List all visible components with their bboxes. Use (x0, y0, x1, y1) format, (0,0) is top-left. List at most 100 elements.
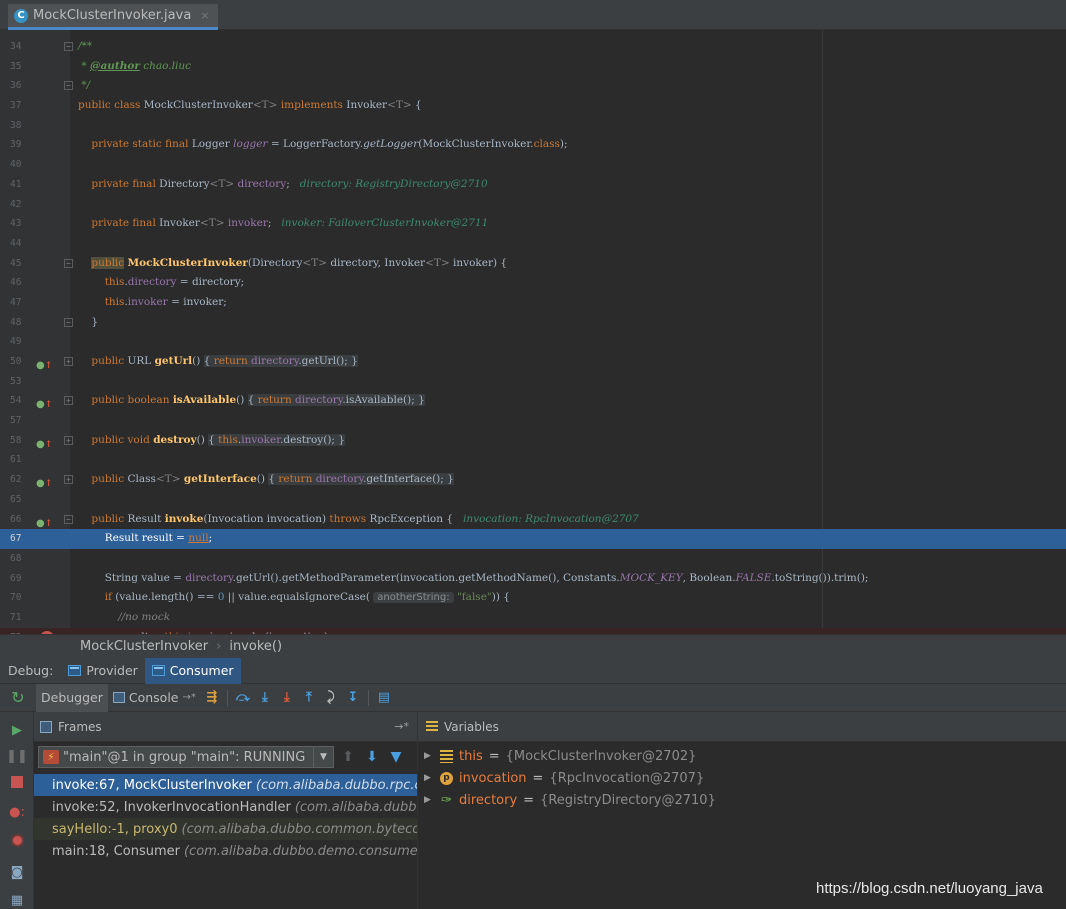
expand-arrow-icon[interactable]: ▶ (424, 795, 434, 805)
tab-provider[interactable]: Provider (61, 658, 144, 684)
layout-settings-icon[interactable]: ▦ (9, 892, 25, 908)
code-line[interactable]: 54 ●↑ + public boolean isAvailable() { ret… (0, 391, 1066, 411)
expand-fold-icon[interactable]: + (64, 475, 73, 485)
code-text[interactable]: public URL getUrl() { return directory.g… (78, 352, 358, 372)
line-number[interactable]: 61 (10, 450, 36, 470)
force-step-into-icon[interactable]: ⤓ (276, 687, 298, 709)
code-line[interactable]: 61 (0, 450, 1066, 470)
view-breakpoints-icon[interactable]: ●: (9, 804, 25, 820)
drop-frame-icon[interactable]: ⤸ (320, 687, 342, 709)
frame-item[interactable]: invoke:67, MockClusterInvoker (com.aliba… (34, 774, 417, 796)
pin-icon[interactable]: →* (183, 692, 196, 703)
code-text[interactable]: */ (78, 76, 90, 96)
breadcrumb-class[interactable]: MockClusterInvoker (80, 639, 208, 654)
code-line[interactable]: 37 public class MockClusterInvoker<T> imp… (0, 96, 1066, 116)
line-number[interactable]: 45 (10, 254, 36, 274)
code-text[interactable]: public MockClusterInvoker(Directory<T> d… (78, 254, 507, 274)
expand-fold-icon[interactable]: + (64, 396, 73, 406)
breadcrumb-method[interactable]: invoke() (229, 639, 282, 654)
code-text[interactable]: public Result invoke(Invocation invocati… (78, 510, 638, 530)
line-number[interactable]: 40 (10, 155, 36, 175)
line-number[interactable]: 54 (10, 391, 36, 411)
step-into-icon[interactable]: ⤓ (254, 687, 276, 709)
line-number[interactable]: 62 (10, 470, 36, 490)
rerun-icon[interactable]: ↻ (0, 688, 36, 707)
code-line[interactable]: 62 ●↑ + public Class<T> getInterface() { r… (0, 470, 1066, 490)
code-text[interactable]: String value = directory.getUrl().getMet… (78, 569, 869, 589)
collapse-fold-icon[interactable]: − (64, 42, 73, 51)
previous-frame-icon[interactable]: ⬆ (338, 749, 358, 765)
code-line[interactable]: 48 − } (0, 313, 1066, 333)
line-number[interactable]: 68 (10, 549, 36, 569)
line-number[interactable]: 36 (10, 76, 36, 96)
code-line[interactable]: 34 −/** (0, 37, 1066, 57)
collapse-fold-icon[interactable]: − (64, 514, 73, 524)
code-line[interactable]: 49 (0, 332, 1066, 352)
expand-arrow-icon[interactable]: ▶ (424, 751, 434, 761)
code-line[interactable]: 36 − */ (0, 76, 1066, 96)
code-line[interactable]: 46 this.directory = directory; (0, 273, 1066, 293)
line-number[interactable]: 47 (10, 293, 36, 313)
pin-icon[interactable]: →* (394, 720, 409, 733)
code-line[interactable]: 69 String value = directory.getUrl().get… (0, 569, 1066, 589)
frame-item[interactable]: sayHello:-1, proxy0 (com.alibaba.dubbo.c… (34, 818, 417, 840)
code-text[interactable]: /** (78, 37, 92, 57)
code-text[interactable]: Result result = null; (78, 529, 212, 549)
line-number[interactable]: 41 (10, 175, 36, 195)
next-frame-icon[interactable]: ⬇ (362, 749, 382, 765)
resume-icon[interactable]: ▶ (9, 722, 25, 738)
line-number[interactable]: 71 (10, 608, 36, 628)
collapse-fold-icon[interactable]: − (64, 258, 73, 268)
code-text[interactable]: public class MockClusterInvoker<T> imple… (78, 96, 422, 116)
line-number[interactable]: 50 (10, 352, 36, 372)
line-number[interactable]: 39 (10, 135, 36, 155)
tab-console[interactable]: Console →* (108, 684, 201, 712)
code-line[interactable]: 35 * @author chao.liuc (0, 57, 1066, 77)
code-line[interactable]: 68 (0, 549, 1066, 569)
code-text[interactable]: //no mock (78, 608, 170, 628)
evaluate-expression-icon[interactable]: ▤ (373, 687, 395, 709)
code-line[interactable]: 44 (0, 234, 1066, 254)
code-text[interactable]: private static final Logger logger = Log… (78, 135, 567, 155)
line-number[interactable]: 37 (10, 96, 36, 116)
code-editor[interactable]: 34−/** 35 * @author chao.liuc 36− */37 publ… (0, 30, 1066, 634)
variable-row[interactable]: ▶ this = {MockClusterInvoker@2702} (418, 745, 1066, 767)
code-line[interactable]: 57 (0, 411, 1066, 431)
camera-icon[interactable]: ◙ (9, 864, 25, 880)
frame-item[interactable]: invoke:52, InvokerInvocationHandler (com… (34, 796, 417, 818)
code-line[interactable]: 53 (0, 372, 1066, 392)
line-number[interactable]: 58 (10, 431, 36, 451)
code-line[interactable]: 41 private final Directory<T> directory;… (0, 175, 1066, 195)
code-line[interactable]: 42 (0, 195, 1066, 215)
tab-consumer[interactable]: Consumer (144, 657, 241, 684)
code-text[interactable]: public Class<T> getInterface() { return … (78, 470, 454, 490)
editor-tab-mockclusterinvoker[interactable]: C MockClusterInvoker.java × (8, 4, 218, 30)
code-text[interactable]: public void destroy() { this.invoker.des… (78, 431, 345, 451)
code-text[interactable]: } (78, 313, 98, 333)
pause-icon[interactable]: ❚❚ (6, 748, 28, 764)
step-out-icon[interactable]: ⤒ (298, 687, 320, 709)
code-text[interactable]: if (value.length() == 0 || value.equalsI… (78, 588, 510, 608)
thread-select[interactable]: ⚡ "main"@1 in group "main": RUNNING ▼ (38, 746, 334, 768)
code-text[interactable]: private final Directory<T> directory; dir… (78, 175, 487, 195)
code-text[interactable]: public boolean isAvailable() { return di… (78, 391, 425, 411)
code-line[interactable]: 39 private static final Logger logger = … (0, 135, 1066, 155)
line-number[interactable]: 34 (10, 37, 36, 57)
line-number[interactable]: 43 (10, 214, 36, 234)
code-text[interactable]: * @author chao.liuc (78, 57, 191, 77)
code-line[interactable]: 71 //no mock (0, 608, 1066, 628)
line-number[interactable]: 65 (10, 490, 36, 510)
code-line[interactable]: 38 (0, 116, 1066, 136)
code-line[interactable]: 45 − public MockClusterInvoker(Directory<… (0, 254, 1066, 274)
code-line[interactable]: 47 this.invoker = invoker; (0, 293, 1066, 313)
line-number[interactable]: 69 (10, 569, 36, 589)
line-number[interactable]: 35 (10, 57, 36, 77)
code-line[interactable]: 50 ●↑ + public URL getUrl() { return direc… (0, 352, 1066, 372)
show-execution-point-icon[interactable]: ⇶ (201, 687, 223, 709)
code-line[interactable]: 58 ●↑ + public void destroy() { this.invok… (0, 431, 1066, 451)
tab-debugger[interactable]: Debugger (36, 683, 108, 712)
code-line[interactable]: 40 (0, 155, 1066, 175)
collapse-fold-icon[interactable]: − (64, 81, 73, 91)
close-icon[interactable]: × (200, 9, 209, 22)
line-number[interactable]: 44 (10, 234, 36, 254)
